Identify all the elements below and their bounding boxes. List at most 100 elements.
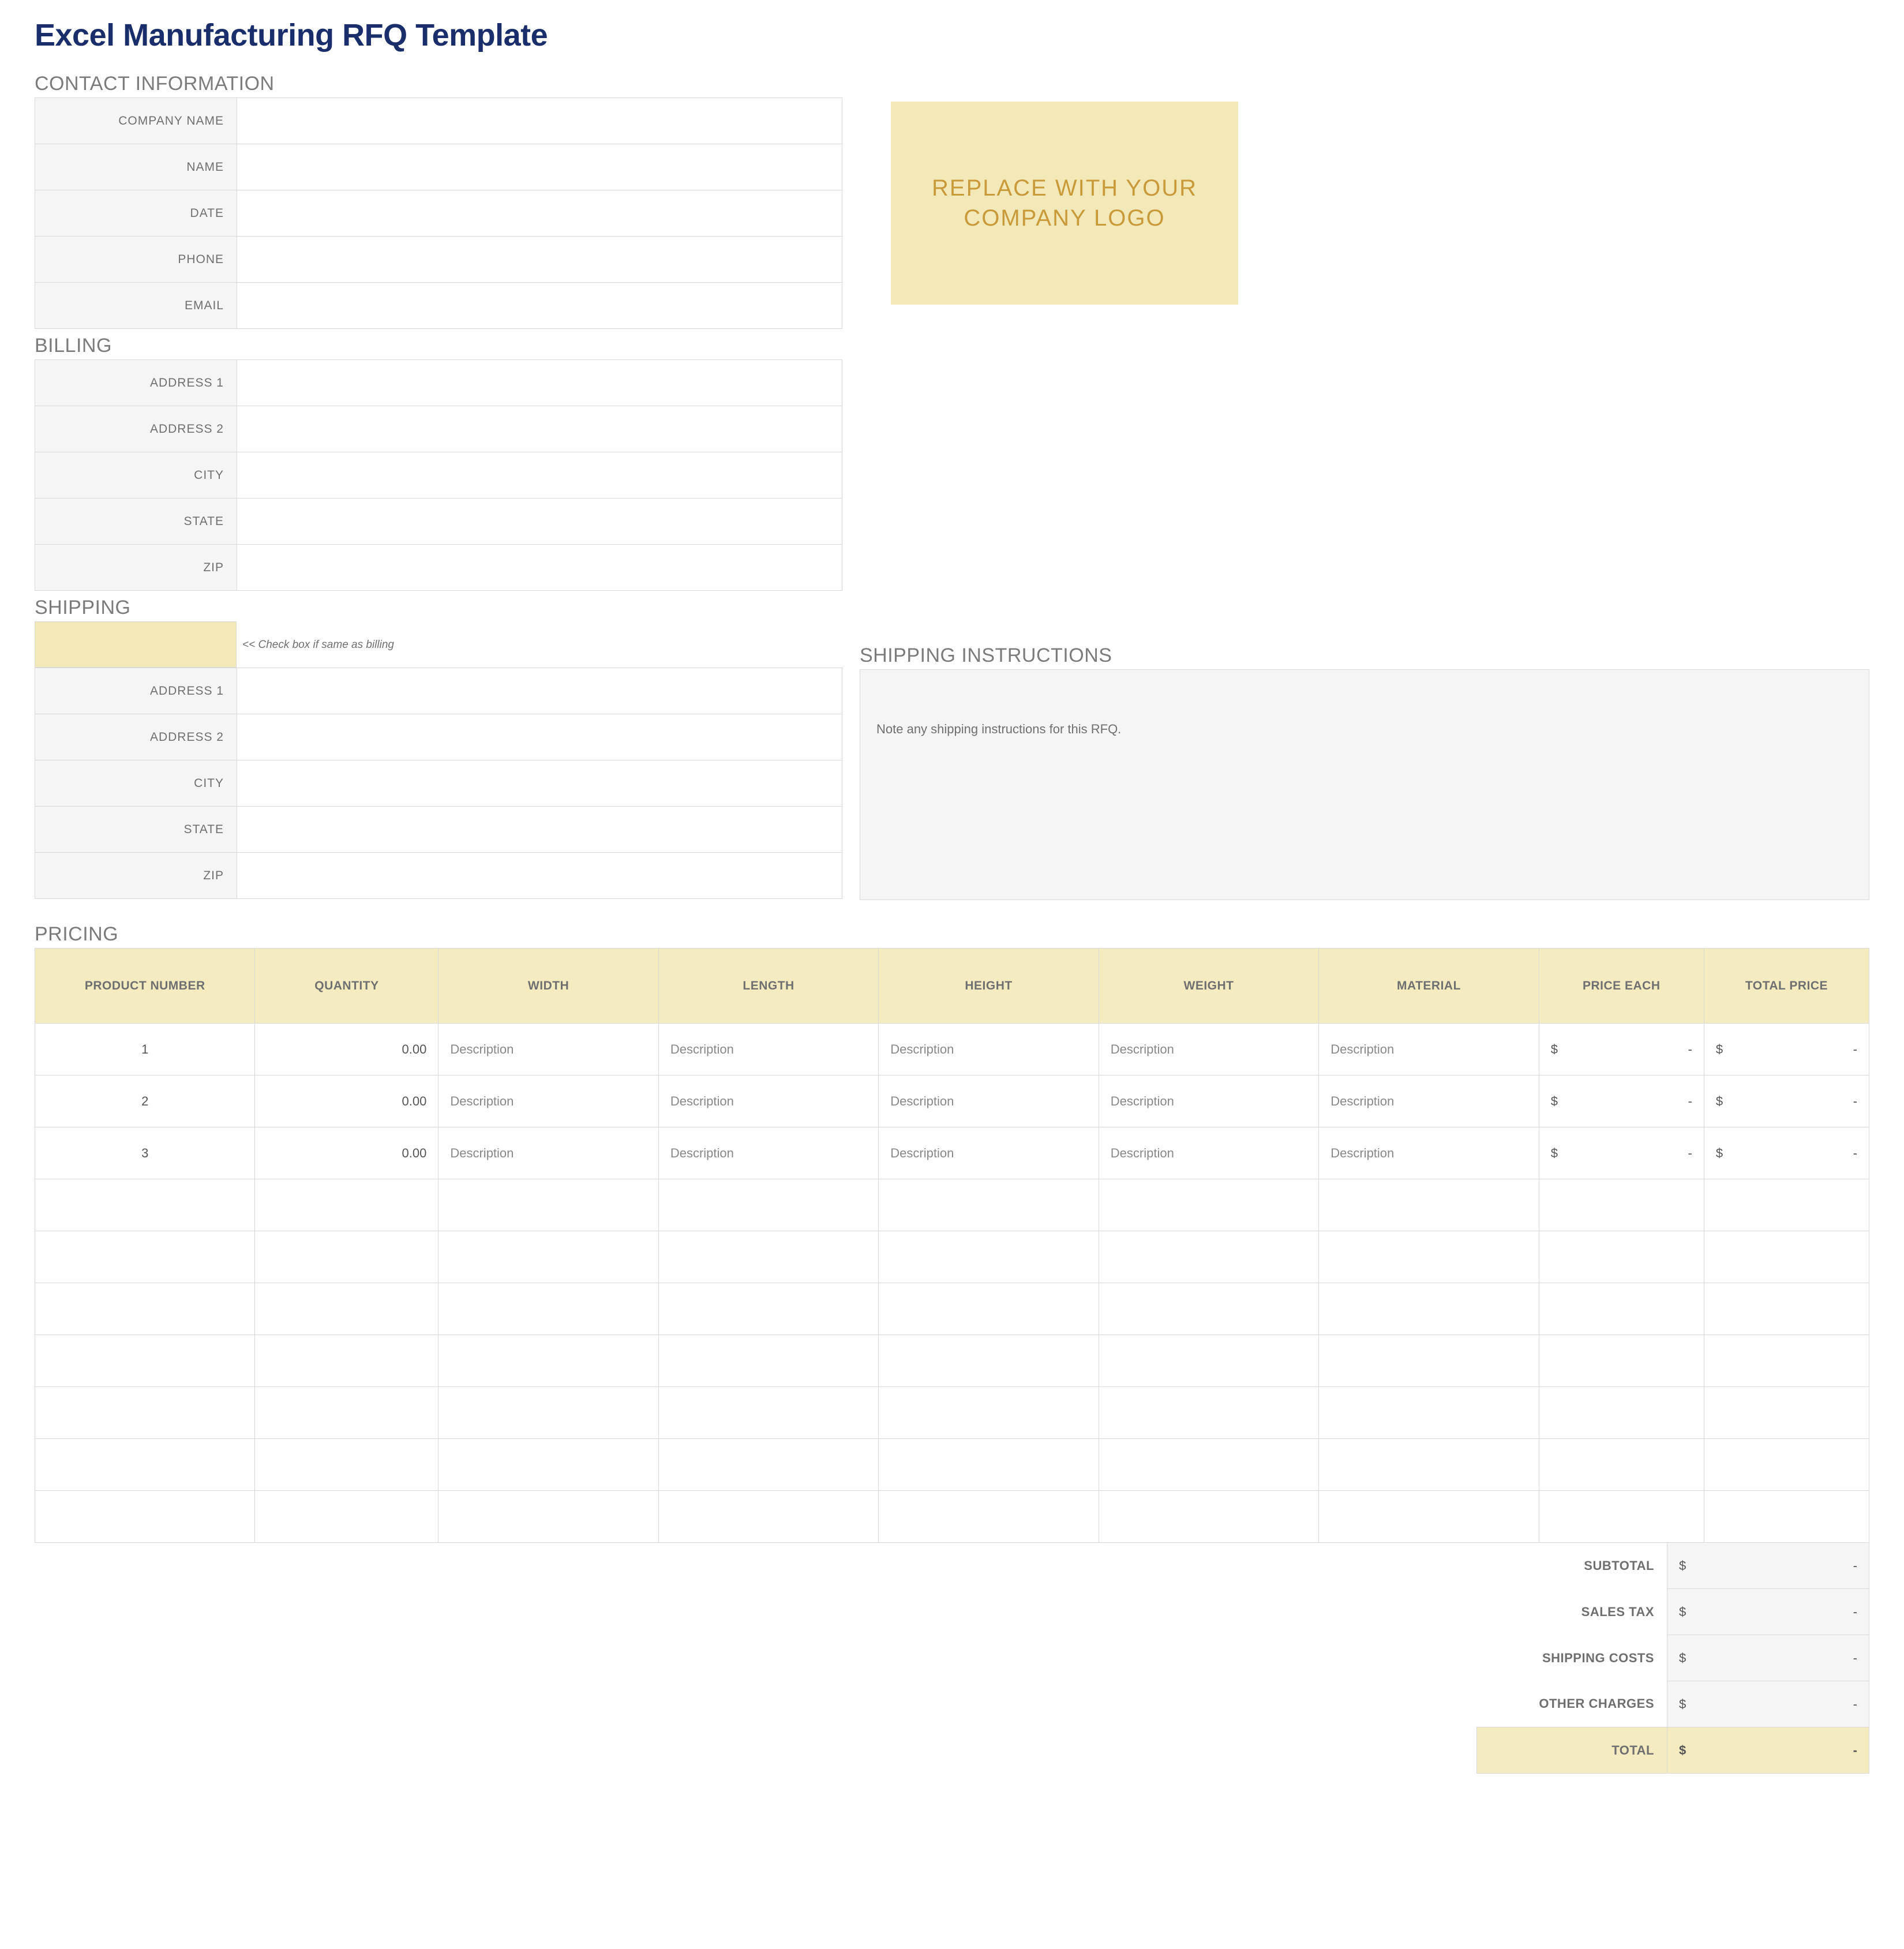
pricing-cell[interactable]: Description	[879, 1075, 1099, 1127]
logo-placeholder[interactable]: REPLACE WITH YOUR COMPANY LOGO	[889, 99, 1240, 307]
pricing-cell[interactable]: Description	[1099, 1127, 1318, 1179]
pricing-cell[interactable]	[35, 1179, 255, 1231]
pricing-cell[interactable]	[1099, 1335, 1318, 1387]
pricing-cell[interactable]: Description	[658, 1127, 878, 1179]
pricing-cell[interactable]: Description	[438, 1075, 658, 1127]
pricing-cell[interactable]	[879, 1179, 1099, 1231]
pricing-cell[interactable]	[1099, 1283, 1318, 1335]
pricing-cell[interactable]	[1539, 1335, 1704, 1387]
pricing-cell[interactable]: Description	[1099, 1024, 1318, 1075]
pricing-cell[interactable]	[255, 1387, 438, 1439]
pricing-cell[interactable]: $-	[1539, 1075, 1704, 1127]
pricing-cell[interactable]	[879, 1387, 1099, 1439]
pricing-cell[interactable]: Description	[1319, 1127, 1539, 1179]
pricing-cell[interactable]	[1319, 1439, 1539, 1491]
pricing-cell[interactable]	[438, 1491, 658, 1543]
pricing-cell[interactable]: 1	[35, 1024, 255, 1075]
pricing-cell[interactable]	[1319, 1491, 1539, 1543]
pricing-cell[interactable]	[1704, 1335, 1869, 1387]
pricing-cell[interactable]	[658, 1387, 878, 1439]
pricing-cell[interactable]: 0.00	[255, 1127, 438, 1179]
shipping-field-input[interactable]	[237, 807, 842, 853]
pricing-cell[interactable]	[255, 1231, 438, 1283]
pricing-cell[interactable]	[438, 1283, 658, 1335]
pricing-cell[interactable]	[438, 1387, 658, 1439]
pricing-cell[interactable]	[255, 1491, 438, 1543]
pricing-cell[interactable]	[658, 1439, 878, 1491]
pricing-cell[interactable]	[438, 1231, 658, 1283]
pricing-cell[interactable]	[1704, 1491, 1869, 1543]
shipping-field-input[interactable]	[237, 668, 842, 714]
billing-field-input[interactable]	[237, 406, 842, 452]
pricing-cell[interactable]	[1099, 1439, 1318, 1491]
contact-field-input[interactable]	[237, 98, 842, 144]
same-as-billing-checkbox[interactable]	[35, 621, 237, 668]
pricing-cell[interactable]	[658, 1179, 878, 1231]
pricing-cell[interactable]	[1704, 1231, 1869, 1283]
pricing-cell[interactable]	[1539, 1179, 1704, 1231]
pricing-cell[interactable]	[879, 1439, 1099, 1491]
pricing-cell[interactable]	[1099, 1179, 1318, 1231]
pricing-cell[interactable]	[35, 1335, 255, 1387]
pricing-cell[interactable]	[1319, 1231, 1539, 1283]
pricing-cell[interactable]: Description	[438, 1127, 658, 1179]
pricing-cell[interactable]: 0.00	[255, 1024, 438, 1075]
pricing-cell[interactable]	[438, 1179, 658, 1231]
pricing-cell[interactable]	[658, 1491, 878, 1543]
billing-field-input[interactable]	[237, 499, 842, 545]
pricing-cell[interactable]	[879, 1231, 1099, 1283]
contact-field-input[interactable]	[237, 283, 842, 329]
totals-value[interactable]: $-	[1667, 1589, 1869, 1635]
pricing-cell[interactable]: 3	[35, 1127, 255, 1179]
pricing-cell[interactable]	[255, 1439, 438, 1491]
pricing-cell[interactable]	[1539, 1231, 1704, 1283]
pricing-cell[interactable]: $-	[1704, 1024, 1869, 1075]
pricing-cell[interactable]: 0.00	[255, 1075, 438, 1127]
totals-value[interactable]: $-	[1667, 1635, 1869, 1681]
pricing-cell[interactable]	[658, 1335, 878, 1387]
billing-field-input[interactable]	[237, 545, 842, 591]
contact-field-input[interactable]	[237, 237, 842, 283]
pricing-cell[interactable]: $-	[1539, 1024, 1704, 1075]
totals-value[interactable]: $-	[1667, 1543, 1869, 1589]
pricing-cell[interactable]: $-	[1704, 1075, 1869, 1127]
pricing-cell[interactable]	[438, 1439, 658, 1491]
pricing-cell[interactable]	[658, 1283, 878, 1335]
pricing-cell[interactable]	[1099, 1491, 1318, 1543]
shipping-field-input[interactable]	[237, 714, 842, 760]
pricing-cell[interactable]	[879, 1283, 1099, 1335]
pricing-cell[interactable]	[35, 1387, 255, 1439]
pricing-cell[interactable]	[438, 1335, 658, 1387]
pricing-cell[interactable]: Description	[1099, 1075, 1318, 1127]
contact-field-input[interactable]	[237, 144, 842, 190]
pricing-cell[interactable]	[1704, 1439, 1869, 1491]
pricing-cell[interactable]	[1099, 1231, 1318, 1283]
totals-value[interactable]: $-	[1667, 1727, 1869, 1774]
pricing-cell[interactable]	[255, 1335, 438, 1387]
pricing-cell[interactable]	[1539, 1491, 1704, 1543]
pricing-cell[interactable]	[1539, 1283, 1704, 1335]
pricing-cell[interactable]	[1319, 1335, 1539, 1387]
contact-field-input[interactable]	[237, 190, 842, 237]
shipping-instructions-input[interactable]: Note any shipping instructions for this …	[860, 669, 1869, 900]
pricing-cell[interactable]	[35, 1491, 255, 1543]
pricing-cell[interactable]	[1539, 1439, 1704, 1491]
pricing-cell[interactable]	[1319, 1179, 1539, 1231]
pricing-cell[interactable]	[1099, 1387, 1318, 1439]
shipping-field-input[interactable]	[237, 760, 842, 807]
pricing-cell[interactable]	[1319, 1387, 1539, 1439]
billing-field-input[interactable]	[237, 360, 842, 406]
pricing-cell[interactable]	[658, 1231, 878, 1283]
pricing-cell[interactable]: Description	[879, 1127, 1099, 1179]
pricing-cell[interactable]	[255, 1179, 438, 1231]
pricing-cell[interactable]: $-	[1704, 1127, 1869, 1179]
pricing-cell[interactable]	[1704, 1283, 1869, 1335]
pricing-cell[interactable]: Description	[879, 1024, 1099, 1075]
pricing-cell[interactable]: $-	[1539, 1127, 1704, 1179]
pricing-cell[interactable]	[35, 1439, 255, 1491]
pricing-cell[interactable]	[879, 1491, 1099, 1543]
pricing-cell[interactable]	[35, 1231, 255, 1283]
pricing-cell[interactable]	[1539, 1387, 1704, 1439]
pricing-cell[interactable]	[1704, 1387, 1869, 1439]
pricing-cell[interactable]	[879, 1335, 1099, 1387]
